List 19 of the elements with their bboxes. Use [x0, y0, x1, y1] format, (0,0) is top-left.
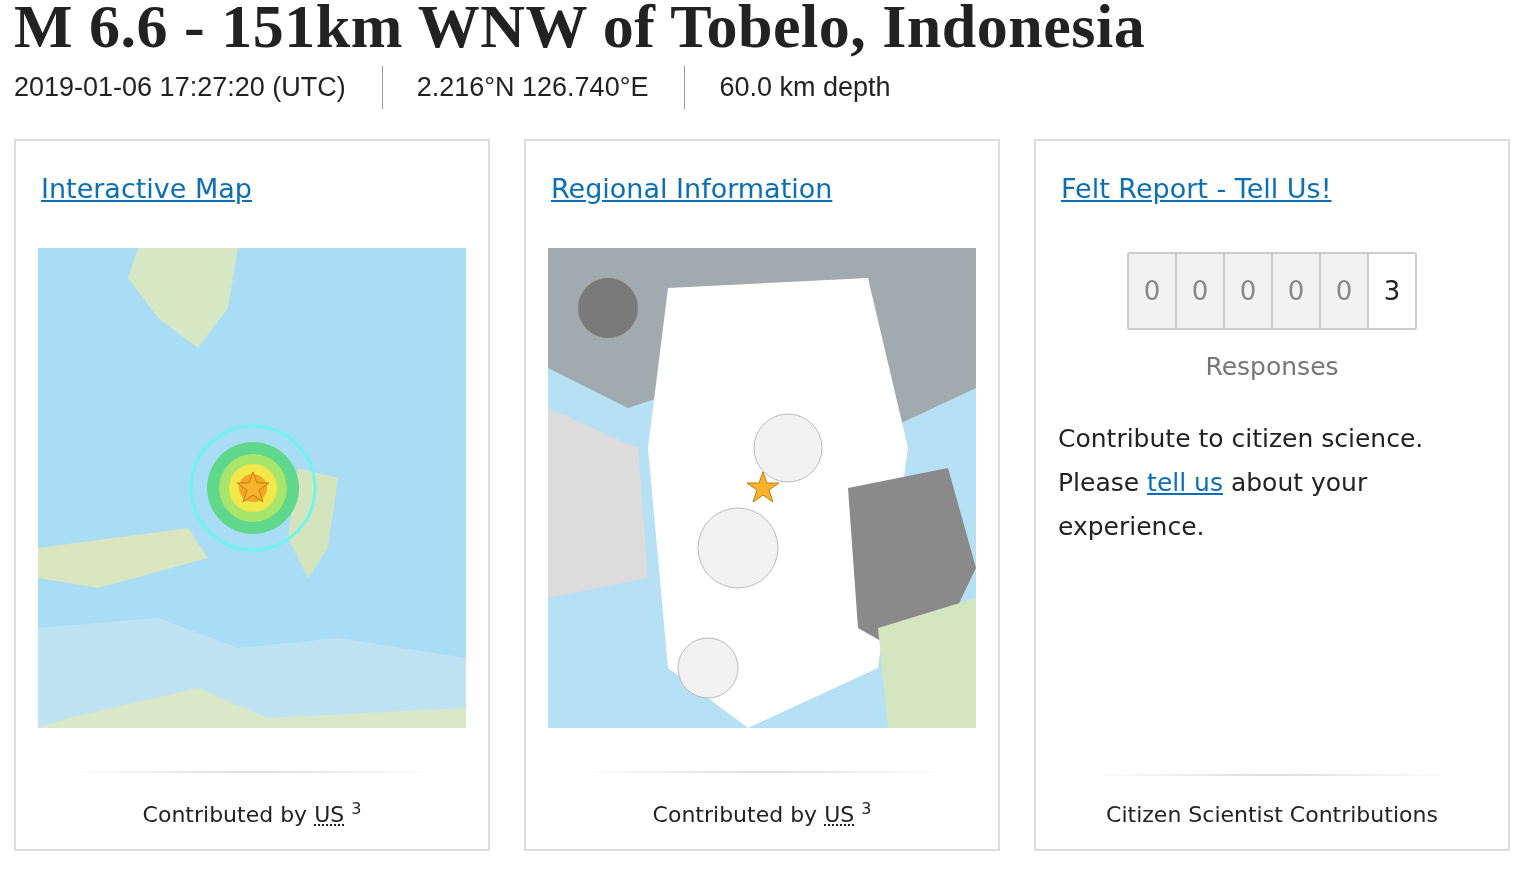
- counter-digit: 0: [1175, 254, 1223, 328]
- card-link[interactable]: Regional Information: [551, 173, 833, 204]
- card-footer: Contributed by US $^{3}$: [548, 772, 976, 849]
- counter-caption: Responses: [1205, 352, 1339, 381]
- tell-us-link[interactable]: tell us: [1147, 468, 1223, 497]
- event-detail: 60.0 km depth: [719, 71, 892, 104]
- counter-digit: 0: [1319, 254, 1367, 328]
- card-footer: Citizen Scientist Contributions: [1058, 776, 1486, 849]
- card-link[interactable]: Interactive Map: [41, 173, 252, 204]
- card-link[interactable]: Felt Report - Tell Us!: [1061, 173, 1332, 204]
- counter-digit: 0: [1129, 254, 1175, 328]
- card-footer: Contributed by US $^{3}$: [38, 772, 466, 849]
- counter-digit: 0: [1223, 254, 1271, 328]
- event-detail: 2.216°N 126.740°E: [416, 66, 686, 109]
- counter-digit: 0: [1271, 254, 1319, 328]
- counter-digit: 3: [1367, 254, 1415, 328]
- page-title: M 6.6 - 151km WNW of Tobelo, Indonesia: [14, 0, 1147, 60]
- event-detail: 2019-01-06 17:27:20 (UTC): [14, 66, 383, 109]
- paragraph: Contribute to citizen science. Please tell us about your experience.: [1058, 423, 1425, 543]
